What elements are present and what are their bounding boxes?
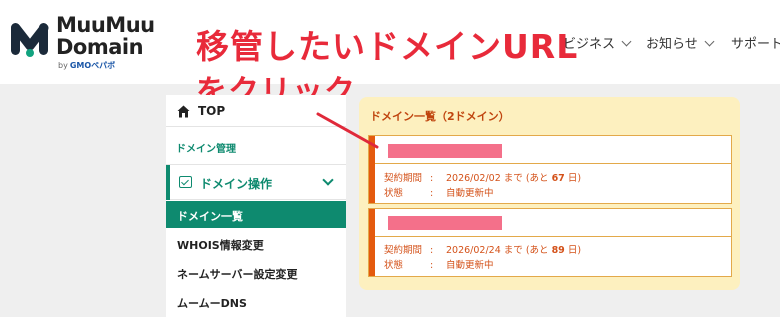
nav-support-label: サポート: [731, 37, 780, 52]
sidebar-item-whois[interactable]: WHOIS情報変更: [177, 237, 264, 253]
contract-period-row: 契約期間: 2026/02/24 まで (あと 89 日): [384, 242, 581, 256]
domain-card[interactable]: 契約期間: 2026/02/24 まで (あと 89 日) 状態: 自動更新中: [368, 208, 732, 277]
sidebar-item-domain-operations[interactable]: ドメイン操作: [166, 164, 346, 200]
domain-card[interactable]: 契約期間: 2026/02/02 まで (あと 67 日) 状態: 自動更新中: [368, 135, 732, 204]
nav-support[interactable]: サポート: [731, 33, 780, 52]
checkbox-icon: [179, 176, 192, 188]
logo-by: by: [58, 61, 68, 70]
contract-period-label: 契約期間: [384, 245, 423, 256]
separator: :: [430, 260, 434, 271]
logo-line2: Domain: [56, 35, 144, 59]
status-row: 状態: 自動更新中: [384, 185, 494, 199]
day-unit: 日): [567, 173, 582, 184]
card-divider: [375, 163, 731, 164]
separator: :: [430, 173, 434, 184]
contract-period-row: 契約期間: 2026/02/02 まで (あと 67 日): [384, 170, 581, 184]
status-label: 状態: [384, 260, 404, 271]
sidebar-item-top[interactable]: TOP: [166, 95, 346, 127]
domain-list-title: ドメイン一覧（2ドメイン）: [370, 110, 510, 123]
contract-period-label: 契約期間: [384, 173, 423, 184]
sidebar-item-muumuu-dns[interactable]: ムームーDNS: [177, 295, 247, 311]
chevron-down-icon: [621, 36, 632, 47]
active-indicator: [166, 165, 170, 200]
expiry-date: 2026/02/02: [446, 173, 501, 184]
sidebar-item-domain-list[interactable]: ドメイン一覧: [166, 201, 346, 228]
sidebar-item-domain-management[interactable]: ドメイン管理: [176, 140, 236, 155]
status-row: 状態: 自動更新中: [384, 257, 494, 271]
day-unit: 日): [567, 245, 582, 256]
logo-brand: GMOペパボ: [69, 61, 116, 70]
card-accent-bar: [369, 136, 375, 203]
sidebar-domain-list-label: ドメイン一覧: [177, 210, 243, 223]
sidebar-item-nameserver[interactable]: ネームサーバー設定変更: [177, 266, 298, 282]
muumuu-logo-icon: [11, 23, 49, 57]
home-icon: [177, 105, 190, 118]
annotation-line1: 移管したいドメインURL: [196, 27, 579, 66]
logo-wordmark: MuuMuu Domain: [56, 14, 155, 58]
logo-line1: MuuMuu: [56, 13, 155, 37]
separator: :: [430, 188, 434, 199]
card-divider: [375, 236, 731, 237]
domain-name-link[interactable]: [388, 144, 502, 158]
sidebar-top-label: TOP: [198, 104, 226, 118]
separator: :: [430, 245, 434, 256]
status-value: 自動更新中: [446, 188, 494, 199]
sidebar: TOP ドメイン管理 ドメイン操作 ドメイン一覧 WHOIS情報変更 ネームサー…: [166, 95, 346, 317]
card-accent-bar: [369, 209, 375, 276]
sidebar-ops-label: ドメイン操作: [200, 177, 273, 191]
nav-news[interactable]: お知らせ: [646, 33, 715, 52]
status-label: 状態: [384, 188, 404, 199]
chevron-down-icon: [704, 36, 715, 47]
domain-name-link[interactable]: [388, 216, 502, 230]
muumuu-domain-logo[interactable]: MuuMuu Domain by GMOペパボ: [8, 14, 155, 71]
status-value: 自動更新中: [446, 260, 494, 271]
days-remaining: 67: [551, 173, 565, 184]
until-text: まで (あと: [503, 173, 549, 184]
until-text: まで (あと: [503, 245, 549, 256]
nav-news-label: お知らせ: [646, 37, 698, 52]
chevron-down-icon: [322, 174, 334, 186]
expiry-date: 2026/02/24: [446, 245, 501, 256]
days-remaining: 89: [551, 245, 565, 256]
domain-list-panel: ドメイン一覧（2ドメイン） 契約期間: 2026/02/02 まで (あと 67 …: [359, 97, 740, 290]
logo-byline: by GMOペパボ: [58, 60, 115, 71]
